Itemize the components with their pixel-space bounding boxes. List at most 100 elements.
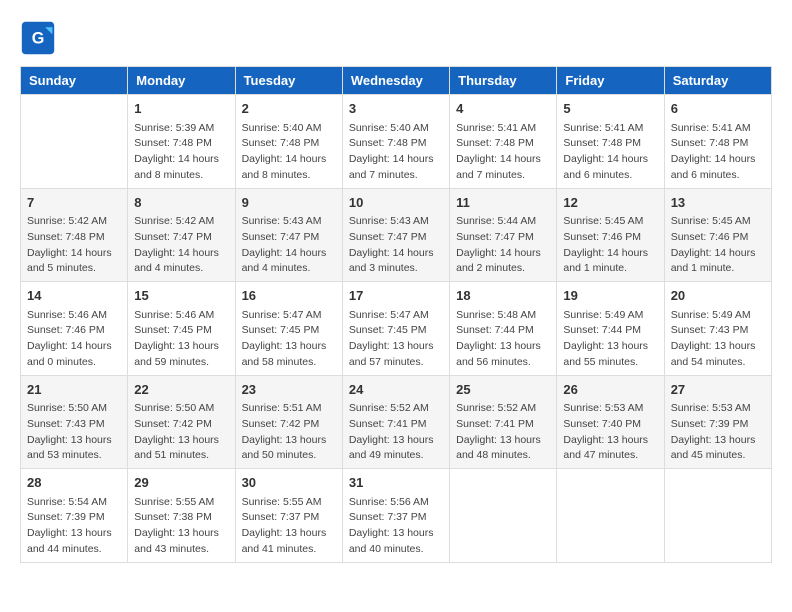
calendar-week-5: 28Sunrise: 5:54 AMSunset: 7:39 PMDayligh… <box>21 469 772 563</box>
day-number: 7 <box>27 193 121 213</box>
day-number: 27 <box>671 380 765 400</box>
day-number: 8 <box>134 193 228 213</box>
day-number: 6 <box>671 99 765 119</box>
day-info: Sunrise: 5:40 AMSunset: 7:48 PMDaylight:… <box>242 121 336 184</box>
day-info: Sunrise: 5:52 AMSunset: 7:41 PMDaylight:… <box>349 401 443 464</box>
calendar-cell: 9Sunrise: 5:43 AMSunset: 7:47 PMDaylight… <box>235 188 342 282</box>
day-info: Sunrise: 5:47 AMSunset: 7:45 PMDaylight:… <box>349 308 443 371</box>
logo: G <box>20 20 62 56</box>
weekday-row: SundayMondayTuesdayWednesdayThursdayFrid… <box>21 67 772 95</box>
day-info: Sunrise: 5:41 AMSunset: 7:48 PMDaylight:… <box>563 121 657 184</box>
weekday-header-sunday: Sunday <box>21 67 128 95</box>
calendar-cell <box>450 469 557 563</box>
day-info: Sunrise: 5:46 AMSunset: 7:46 PMDaylight:… <box>27 308 121 371</box>
calendar-cell: 10Sunrise: 5:43 AMSunset: 7:47 PMDayligh… <box>342 188 449 282</box>
day-number: 13 <box>671 193 765 213</box>
day-number: 12 <box>563 193 657 213</box>
day-number: 2 <box>242 99 336 119</box>
day-number: 25 <box>456 380 550 400</box>
calendar-cell: 18Sunrise: 5:48 AMSunset: 7:44 PMDayligh… <box>450 282 557 376</box>
calendar-cell: 30Sunrise: 5:55 AMSunset: 7:37 PMDayligh… <box>235 469 342 563</box>
calendar-cell: 13Sunrise: 5:45 AMSunset: 7:46 PMDayligh… <box>664 188 771 282</box>
calendar-cell: 20Sunrise: 5:49 AMSunset: 7:43 PMDayligh… <box>664 282 771 376</box>
day-number: 21 <box>27 380 121 400</box>
calendar-cell: 15Sunrise: 5:46 AMSunset: 7:45 PMDayligh… <box>128 282 235 376</box>
day-info: Sunrise: 5:53 AMSunset: 7:40 PMDaylight:… <box>563 401 657 464</box>
calendar-week-3: 14Sunrise: 5:46 AMSunset: 7:46 PMDayligh… <box>21 282 772 376</box>
weekday-header-tuesday: Tuesday <box>235 67 342 95</box>
day-number: 15 <box>134 286 228 306</box>
calendar-cell: 16Sunrise: 5:47 AMSunset: 7:45 PMDayligh… <box>235 282 342 376</box>
calendar-cell: 23Sunrise: 5:51 AMSunset: 7:42 PMDayligh… <box>235 375 342 469</box>
day-info: Sunrise: 5:53 AMSunset: 7:39 PMDaylight:… <box>671 401 765 464</box>
day-number: 10 <box>349 193 443 213</box>
calendar-cell: 6Sunrise: 5:41 AMSunset: 7:48 PMDaylight… <box>664 95 771 189</box>
day-info: Sunrise: 5:51 AMSunset: 7:42 PMDaylight:… <box>242 401 336 464</box>
weekday-header-thursday: Thursday <box>450 67 557 95</box>
weekday-header-friday: Friday <box>557 67 664 95</box>
calendar-cell: 14Sunrise: 5:46 AMSunset: 7:46 PMDayligh… <box>21 282 128 376</box>
calendar-cell: 22Sunrise: 5:50 AMSunset: 7:42 PMDayligh… <box>128 375 235 469</box>
day-number: 16 <box>242 286 336 306</box>
page-header: G <box>20 20 772 56</box>
calendar-cell: 3Sunrise: 5:40 AMSunset: 7:48 PMDaylight… <box>342 95 449 189</box>
day-info: Sunrise: 5:54 AMSunset: 7:39 PMDaylight:… <box>27 495 121 558</box>
calendar-header: SundayMondayTuesdayWednesdayThursdayFrid… <box>21 67 772 95</box>
svg-text:G: G <box>32 29 45 47</box>
calendar-cell: 5Sunrise: 5:41 AMSunset: 7:48 PMDaylight… <box>557 95 664 189</box>
day-number: 24 <box>349 380 443 400</box>
calendar-week-1: 1Sunrise: 5:39 AMSunset: 7:48 PMDaylight… <box>21 95 772 189</box>
day-info: Sunrise: 5:45 AMSunset: 7:46 PMDaylight:… <box>671 214 765 277</box>
calendar-cell: 28Sunrise: 5:54 AMSunset: 7:39 PMDayligh… <box>21 469 128 563</box>
day-number: 1 <box>134 99 228 119</box>
calendar-cell <box>557 469 664 563</box>
weekday-header-wednesday: Wednesday <box>342 67 449 95</box>
day-info: Sunrise: 5:40 AMSunset: 7:48 PMDaylight:… <box>349 121 443 184</box>
day-info: Sunrise: 5:47 AMSunset: 7:45 PMDaylight:… <box>242 308 336 371</box>
calendar-cell: 2Sunrise: 5:40 AMSunset: 7:48 PMDaylight… <box>235 95 342 189</box>
day-info: Sunrise: 5:42 AMSunset: 7:48 PMDaylight:… <box>27 214 121 277</box>
calendar-cell: 25Sunrise: 5:52 AMSunset: 7:41 PMDayligh… <box>450 375 557 469</box>
day-info: Sunrise: 5:50 AMSunset: 7:42 PMDaylight:… <box>134 401 228 464</box>
calendar-body: 1Sunrise: 5:39 AMSunset: 7:48 PMDaylight… <box>21 95 772 563</box>
calendar-cell: 29Sunrise: 5:55 AMSunset: 7:38 PMDayligh… <box>128 469 235 563</box>
day-info: Sunrise: 5:43 AMSunset: 7:47 PMDaylight:… <box>349 214 443 277</box>
day-info: Sunrise: 5:41 AMSunset: 7:48 PMDaylight:… <box>456 121 550 184</box>
day-number: 3 <box>349 99 443 119</box>
day-info: Sunrise: 5:55 AMSunset: 7:38 PMDaylight:… <box>134 495 228 558</box>
day-number: 22 <box>134 380 228 400</box>
day-info: Sunrise: 5:46 AMSunset: 7:45 PMDaylight:… <box>134 308 228 371</box>
day-number: 20 <box>671 286 765 306</box>
day-number: 18 <box>456 286 550 306</box>
logo-icon: G <box>20 20 56 56</box>
day-number: 31 <box>349 473 443 493</box>
day-info: Sunrise: 5:56 AMSunset: 7:37 PMDaylight:… <box>349 495 443 558</box>
calendar-cell <box>664 469 771 563</box>
day-info: Sunrise: 5:44 AMSunset: 7:47 PMDaylight:… <box>456 214 550 277</box>
day-number: 23 <box>242 380 336 400</box>
calendar-cell: 12Sunrise: 5:45 AMSunset: 7:46 PMDayligh… <box>557 188 664 282</box>
day-info: Sunrise: 5:41 AMSunset: 7:48 PMDaylight:… <box>671 121 765 184</box>
calendar-cell: 1Sunrise: 5:39 AMSunset: 7:48 PMDaylight… <box>128 95 235 189</box>
calendar-cell: 8Sunrise: 5:42 AMSunset: 7:47 PMDaylight… <box>128 188 235 282</box>
calendar-cell <box>21 95 128 189</box>
calendar-cell: 27Sunrise: 5:53 AMSunset: 7:39 PMDayligh… <box>664 375 771 469</box>
calendar-cell: 24Sunrise: 5:52 AMSunset: 7:41 PMDayligh… <box>342 375 449 469</box>
day-number: 11 <box>456 193 550 213</box>
calendar-cell: 17Sunrise: 5:47 AMSunset: 7:45 PMDayligh… <box>342 282 449 376</box>
calendar-week-2: 7Sunrise: 5:42 AMSunset: 7:48 PMDaylight… <box>21 188 772 282</box>
day-number: 9 <box>242 193 336 213</box>
day-number: 14 <box>27 286 121 306</box>
day-number: 26 <box>563 380 657 400</box>
day-number: 17 <box>349 286 443 306</box>
calendar-cell: 7Sunrise: 5:42 AMSunset: 7:48 PMDaylight… <box>21 188 128 282</box>
calendar-cell: 26Sunrise: 5:53 AMSunset: 7:40 PMDayligh… <box>557 375 664 469</box>
day-number: 4 <box>456 99 550 119</box>
day-number: 29 <box>134 473 228 493</box>
day-number: 5 <box>563 99 657 119</box>
day-info: Sunrise: 5:45 AMSunset: 7:46 PMDaylight:… <box>563 214 657 277</box>
day-number: 28 <box>27 473 121 493</box>
calendar-week-4: 21Sunrise: 5:50 AMSunset: 7:43 PMDayligh… <box>21 375 772 469</box>
day-info: Sunrise: 5:52 AMSunset: 7:41 PMDaylight:… <box>456 401 550 464</box>
calendar-cell: 21Sunrise: 5:50 AMSunset: 7:43 PMDayligh… <box>21 375 128 469</box>
